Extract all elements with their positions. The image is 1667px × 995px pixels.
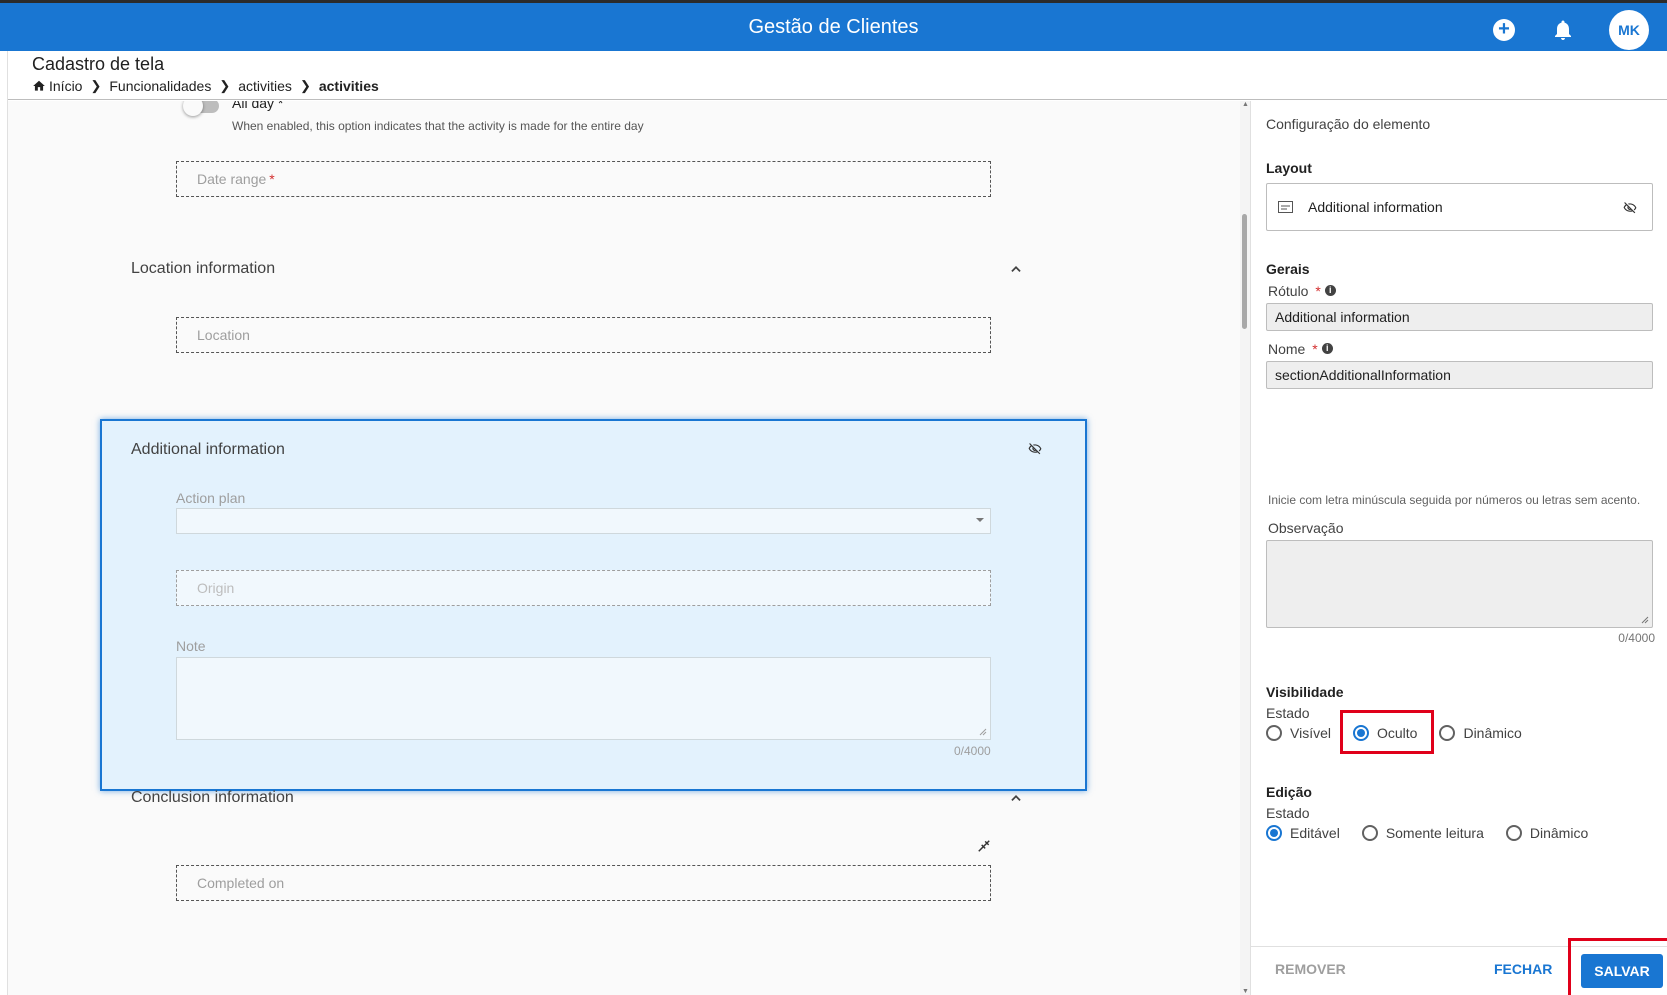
name-input[interactable]: sectionAdditionalInformation <box>1266 361 1653 389</box>
highlight-box <box>1568 938 1667 995</box>
close-button[interactable]: FECHAR <box>1494 961 1552 977</box>
note-label: Note <box>176 638 206 654</box>
origin-placeholder: Origin <box>197 580 235 596</box>
breadcrumb: Início ❯ Funcionalidades ❯ activities ❯ … <box>32 78 379 94</box>
chevron-up-icon[interactable] <box>1009 262 1023 276</box>
info-icon[interactable]: i <box>1321 343 1333 354</box>
chevron-right-icon: ❯ <box>299 78 311 93</box>
resize-handle-icon[interactable] <box>1641 616 1649 624</box>
observation-counter: 0/4000 <box>1618 631 1655 645</box>
additional-info-section[interactable]: Additional information Action plan Origi… <box>100 419 1087 791</box>
info-icon[interactable]: i <box>1324 285 1336 296</box>
layout-item[interactable]: Additional information <box>1266 183 1653 231</box>
page-header: Cadastro de tela Início ❯ Funcionalidade… <box>8 51 1667 100</box>
required-mark: * <box>1312 341 1318 357</box>
radio-dynamic-edit[interactable]: Dinâmico <box>1505 825 1589 841</box>
editing-radio-group: Editável Somente leitura Dinâmico <box>1266 825 1610 841</box>
label-field-text: Rótulo <box>1268 283 1309 299</box>
editing-heading: Edição <box>1266 784 1312 800</box>
scroll-up-icon[interactable]: ▲ <box>1242 101 1249 108</box>
visibility-heading: Visibilidade <box>1266 684 1344 700</box>
toggle-knob <box>183 101 203 116</box>
pin-off-icon[interactable] <box>977 839 991 853</box>
radio-editable[interactable]: Editável <box>1266 825 1340 841</box>
completed-on-placeholder: Completed on <box>197 875 285 891</box>
form-canvas: All day * When enabled, this option indi… <box>8 101 1248 995</box>
breadcrumb-item-features[interactable]: Funcionalidades <box>109 78 211 94</box>
chevron-right-icon: ❯ <box>90 78 102 93</box>
chevron-up-icon[interactable] <box>1009 791 1023 805</box>
breadcrumb-item-home[interactable]: Início <box>49 78 82 94</box>
additional-section-title: Additional information <box>131 441 285 458</box>
caret-down-icon <box>976 518 984 522</box>
radio-visible[interactable]: Visível <box>1266 725 1331 741</box>
radio-read-only-label: Somente leitura <box>1385 825 1484 841</box>
layout-heading: Layout <box>1266 160 1312 176</box>
note-textarea[interactable] <box>176 657 991 740</box>
radio-dynamic-label: Dinâmico <box>1463 725 1522 741</box>
label-input[interactable]: Additional information <box>1266 303 1653 331</box>
section-icon <box>1278 201 1293 213</box>
avatar[interactable]: MK <box>1609 10 1649 50</box>
breadcrumb-item-current: activities <box>318 78 379 94</box>
radio-read-only[interactable]: Somente leitura <box>1361 825 1484 841</box>
chevron-right-icon: ❯ <box>219 78 231 93</box>
eye-off-icon[interactable] <box>1028 442 1042 456</box>
conclusion-section-title: Conclusion information <box>131 789 294 806</box>
radio-dynamic-edit-label: Dinâmico <box>1529 825 1589 841</box>
add-icon[interactable]: + <box>1493 19 1515 41</box>
scroll-thumb[interactable] <box>1242 214 1247 329</box>
required-mark: * <box>269 171 275 187</box>
name-field-text: Nome <box>1268 341 1306 357</box>
left-edge <box>0 51 8 995</box>
eye-off-icon[interactable] <box>1623 201 1637 215</box>
radio-editable-label: Editável <box>1290 825 1340 841</box>
breadcrumb-item-activities[interactable]: activities <box>238 78 292 94</box>
app-title: Gestão de Clientes <box>748 16 919 38</box>
scroll-down-icon[interactable]: ▼ <box>1242 988 1249 995</box>
home-icon[interactable] <box>32 79 46 93</box>
action-plan-label: Action plan <box>176 490 246 506</box>
location-section-title: Location information <box>131 260 276 277</box>
date-range-placeholder: Date range <box>197 171 267 187</box>
canvas-scrollbar[interactable]: ▲ ▼ <box>1240 101 1250 995</box>
radio-dynamic[interactable]: Dinâmico <box>1439 725 1522 741</box>
radio-icon <box>1439 725 1456 741</box>
location-placeholder: Location <box>197 327 250 343</box>
layout-item-label: Additional information <box>1308 199 1443 215</box>
all-day-toggle[interactable] <box>183 101 219 116</box>
radio-icon <box>1505 825 1522 841</box>
note-counter: 0/4000 <box>954 744 991 758</box>
name-hint: Inicie com letra minúscula seguida por n… <box>1268 493 1641 507</box>
location-field[interactable]: Location <box>176 317 991 353</box>
top-app-bar: Gestão de Clientes + MK <box>0 0 1667 51</box>
remove-button[interactable]: REMOVER <box>1275 961 1346 977</box>
general-heading: Gerais <box>1266 261 1310 277</box>
observation-textarea[interactable] <box>1266 540 1653 628</box>
all-day-hint: When enabled, this option indicates that… <box>232 119 644 133</box>
origin-field[interactable]: Origin <box>176 570 991 606</box>
radio-checked-icon <box>1266 825 1282 841</box>
name-field-label: Nome * i <box>1268 341 1333 357</box>
visibility-state-label: Estado <box>1266 705 1310 721</box>
bell-icon[interactable] <box>1551 18 1575 42</box>
top-actions: + MK <box>1493 10 1649 50</box>
action-plan-select[interactable] <box>176 508 991 534</box>
date-range-field[interactable]: Date range * <box>176 161 991 197</box>
required-mark: * <box>1315 283 1321 299</box>
radio-visible-label: Visível <box>1290 725 1331 741</box>
editing-state-label: Estado <box>1266 805 1310 821</box>
element-config-panel: Configuração do elemento Layout Addition… <box>1250 101 1667 995</box>
completed-on-field[interactable]: Completed on <box>176 865 991 901</box>
observation-label: Observação <box>1268 520 1344 536</box>
resize-handle-icon[interactable] <box>979 728 987 736</box>
page-title: Cadastro de tela <box>32 54 165 74</box>
all-day-label: All day * <box>232 101 284 111</box>
highlight-box <box>1340 710 1434 754</box>
label-field-label: Rótulo * i <box>1268 283 1336 299</box>
radio-icon <box>1266 725 1282 741</box>
radio-icon <box>1361 825 1378 841</box>
panel-title: Configuração do elemento <box>1266 116 1431 132</box>
